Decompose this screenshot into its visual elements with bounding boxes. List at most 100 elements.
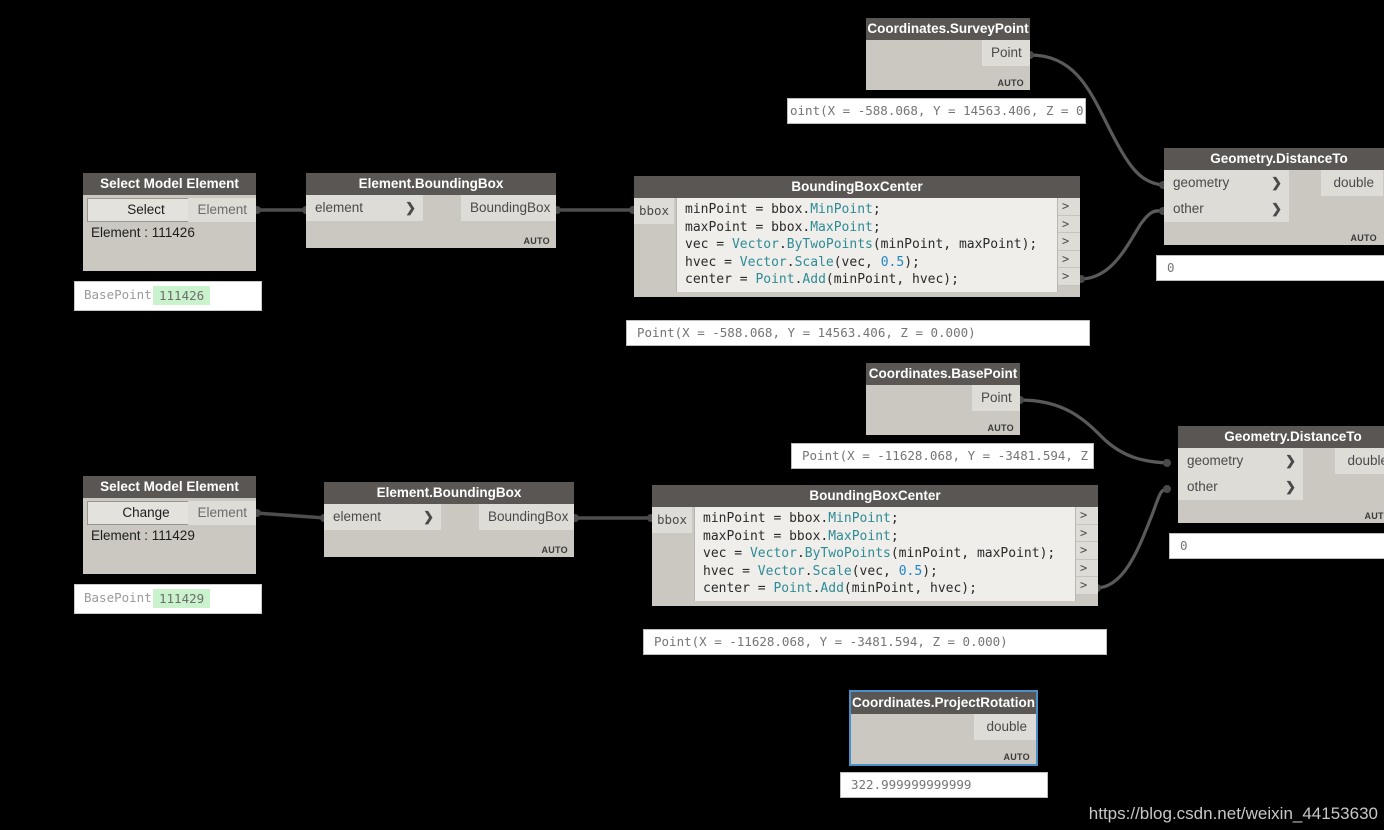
node-body: Point AUTO: [866, 40, 1030, 90]
input-port-label: element: [333, 509, 382, 524]
node-body: geometry ❯ other ❯ double AUTO: [1178, 448, 1384, 523]
auto-badge: AUTO: [541, 545, 568, 555]
node-title: Select Model Element: [83, 476, 256, 498]
output-port-boundingbox[interactable]: BoundingBox: [479, 504, 574, 530]
node-geometry-distanceto-1[interactable]: Geometry.DistanceTo geometry ❯ other ❯ d…: [1164, 148, 1384, 245]
node-boundingboxcenter-1[interactable]: BoundingBoxCenter bbox minPoint = bbox.M…: [634, 176, 1080, 297]
output-port-4[interactable]: >: [1076, 577, 1098, 595]
preview-boundingboxcenter-1: Point(X = -588.068, Y = 14563.406, Z = 0…: [626, 320, 1090, 346]
watch-basepoint-1: BasePoint 111426: [74, 281, 262, 311]
input-port-label: geometry: [1187, 453, 1244, 468]
wire-layer: [253, 51, 1171, 592]
node-coordinates-surveypoint[interactable]: Coordinates.SurveyPoint Point AUTO: [866, 18, 1030, 90]
code-line: minPoint = bbox.MinPoint; maxPoint = bbo…: [703, 511, 1056, 597]
chevron-right-icon: ❯: [1285, 479, 1296, 494]
watch-value: 111426: [153, 286, 211, 305]
node-coordinates-projectrotation[interactable]: Coordinates.ProjectRotation double AUTO: [849, 690, 1038, 766]
output-port-double[interactable]: double: [974, 714, 1036, 740]
node-title: Element.BoundingBox: [306, 173, 556, 195]
code-block-output-ports[interactable]: > > > > >: [1076, 507, 1098, 595]
input-port-other[interactable]: other ❯: [1178, 474, 1303, 500]
preview-basepoint: Point(X = -11628.068, Y = -3481.594, Z =…: [791, 443, 1094, 469]
node-body: Change Element Element : 111429: [83, 498, 256, 574]
output-port-element[interactable]: Element: [188, 501, 256, 525]
node-title: BoundingBoxCenter: [652, 485, 1098, 507]
output-port-double[interactable]: double: [1335, 448, 1384, 474]
dynamo-graph-canvas[interactable]: Select Model Element Select Element Elem…: [0, 0, 1384, 830]
port-dot: [1163, 459, 1171, 467]
chevron-right-icon: ❯: [423, 509, 434, 524]
input-port-bbox[interactable]: bbox: [652, 507, 692, 533]
code-block-editor[interactable]: minPoint = bbox.MinPoint; maxPoint = bbo…: [676, 198, 1058, 292]
output-port-double[interactable]: double: [1321, 170, 1383, 196]
code-block-editor[interactable]: minPoint = bbox.MinPoint; maxPoint = bbo…: [694, 507, 1076, 601]
preview-projectrotation: 322.999999999999: [840, 772, 1048, 798]
node-title: BoundingBoxCenter: [634, 176, 1080, 198]
output-port-3[interactable]: >: [1058, 250, 1080, 269]
chevron-right-icon: ❯: [405, 200, 416, 215]
chevron-right-icon: ❯: [1271, 201, 1282, 216]
output-port-point[interactable]: Point: [972, 385, 1020, 411]
input-port-element[interactable]: element ❯: [324, 504, 441, 530]
preview-surveypoint: oint(X = -588.068, Y = 14563.406, Z = 0.…: [787, 98, 1086, 124]
preview-distanceto-1: 0: [1156, 255, 1384, 281]
output-port-point[interactable]: Point: [982, 40, 1030, 66]
node-select-model-element-2[interactable]: Select Model Element Change Element Elem…: [83, 476, 256, 574]
input-port-label: other: [1173, 201, 1204, 216]
watch-basepoint-2: BasePoint 111429: [74, 584, 262, 614]
input-port-geometry[interactable]: geometry ❯: [1164, 170, 1289, 196]
auto-badge: AUTO: [987, 423, 1014, 433]
watch-label: BasePoint: [84, 287, 152, 302]
watch-value: 111429: [153, 589, 211, 608]
port-dot: [1163, 485, 1171, 493]
node-coordinates-basepoint[interactable]: Coordinates.BasePoint Point AUTO: [866, 363, 1020, 435]
input-port-element[interactable]: element ❯: [306, 195, 423, 221]
chevron-right-icon: ❯: [1285, 453, 1296, 468]
input-port-bbox[interactable]: bbox: [634, 198, 674, 224]
node-title: Select Model Element: [83, 173, 256, 195]
input-port-label: element: [315, 200, 364, 215]
input-port-other[interactable]: other ❯: [1164, 196, 1289, 222]
node-title: Coordinates.SurveyPoint: [866, 18, 1030, 40]
node-body: element ❯ BoundingBox AUTO: [324, 504, 574, 557]
input-port-geometry[interactable]: geometry ❯: [1178, 448, 1303, 474]
node-boundingboxcenter-2[interactable]: BoundingBoxCenter bbox minPoint = bbox.M…: [652, 485, 1098, 606]
auto-badge: AUTO: [523, 236, 550, 246]
node-geometry-distanceto-2[interactable]: Geometry.DistanceTo geometry ❯ other ❯ d…: [1178, 426, 1384, 523]
node-body: element ❯ BoundingBox AUTO: [306, 195, 556, 248]
output-port-3[interactable]: >: [1076, 559, 1098, 578]
output-port-2[interactable]: >: [1058, 233, 1080, 251]
code-block-output-ports[interactable]: > > > > >: [1058, 198, 1080, 286]
node-title: Coordinates.ProjectRotation: [851, 692, 1036, 714]
output-port-4[interactable]: >: [1058, 268, 1080, 286]
wire-center2-to-distance2-other: [1094, 487, 1170, 590]
watermark-url: https://blog.csdn.net/weixin_44153630: [1088, 804, 1378, 823]
node-title: Coordinates.BasePoint: [866, 363, 1020, 385]
wire-sme2-to-bbox2: [255, 511, 326, 520]
node-title: Geometry.DistanceTo: [1164, 148, 1384, 170]
auto-badge: AUTO: [1003, 752, 1030, 762]
preview-distanceto-2: 0: [1169, 533, 1384, 559]
node-title: Element.BoundingBox: [324, 482, 574, 504]
preview-boundingboxcenter-2: Point(X = -11628.068, Y = -3481.594, Z =…: [643, 629, 1107, 655]
output-port-boundingbox[interactable]: BoundingBox: [461, 195, 556, 221]
node-body: double AUTO: [851, 714, 1036, 764]
output-port-1[interactable]: >: [1076, 524, 1098, 543]
node-body: geometry ❯ other ❯ double AUTO: [1164, 170, 1384, 245]
node-element-boundingbox-2[interactable]: Element.BoundingBox element ❯ BoundingBo…: [324, 482, 574, 557]
selected-element-label: Element : 111429: [91, 528, 195, 543]
select-button[interactable]: Select: [87, 198, 205, 222]
output-port-element[interactable]: Element: [188, 198, 256, 222]
auto-badge: AUTO: [1350, 233, 1377, 243]
output-port-1[interactable]: >: [1058, 215, 1080, 234]
selected-element-label: Element : 111426: [91, 225, 195, 240]
output-port-0[interactable]: >: [1058, 198, 1080, 216]
change-button[interactable]: Change: [87, 501, 205, 525]
node-element-boundingbox-1[interactable]: Element.BoundingBox element ❯ BoundingBo…: [306, 173, 556, 248]
output-port-2[interactable]: >: [1076, 542, 1098, 560]
input-port-label: other: [1187, 479, 1218, 494]
node-title: Geometry.DistanceTo: [1178, 426, 1384, 448]
node-select-model-element-1[interactable]: Select Model Element Select Element Elem…: [83, 173, 256, 271]
chevron-right-icon: ❯: [1271, 175, 1282, 190]
output-port-0[interactable]: >: [1076, 507, 1098, 525]
